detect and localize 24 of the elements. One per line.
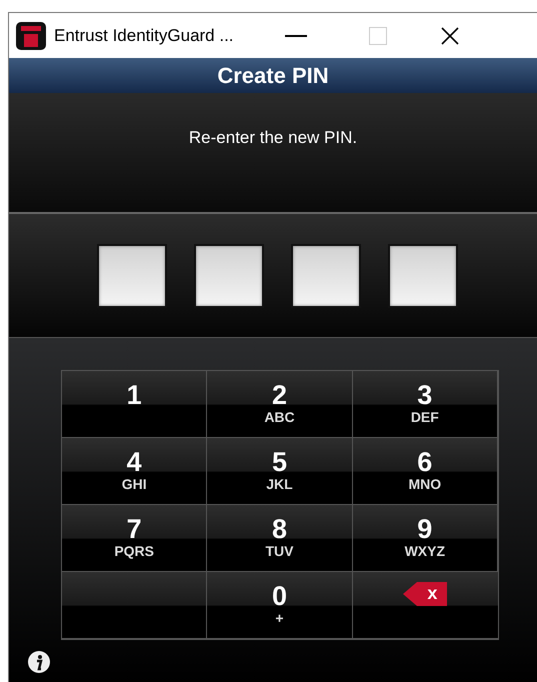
- header-title: Create PIN: [217, 62, 329, 90]
- pin-digit-field[interactable]: [194, 244, 264, 308]
- pin-digit-field[interactable]: [291, 244, 361, 308]
- keypad-key[interactable]: 7 PQRS: [62, 505, 208, 572]
- blank-key[interactable]: [62, 572, 208, 639]
- message-text: Re-enter the new PIN.: [188, 127, 358, 149]
- keypad-key[interactable]: 6 MNO: [352, 438, 498, 505]
- delete-key[interactable]: x: [352, 572, 498, 639]
- close-icon: [440, 26, 460, 46]
- app-icon: [16, 22, 46, 50]
- keypad-key[interactable]: 1: [62, 371, 208, 438]
- maximize-icon: [368, 26, 387, 44]
- keypad-key[interactable]: 8 TUV: [207, 505, 353, 572]
- info-icon: [27, 650, 51, 674]
- keypad-key[interactable]: 9 WXYZ: [352, 505, 498, 572]
- keypad-key[interactable]: 3 DEF: [352, 371, 498, 438]
- pin-digit-field[interactable]: [97, 244, 167, 308]
- minimize-icon: [284, 34, 307, 36]
- keypad-key[interactable]: 0 +: [207, 572, 353, 639]
- keypad-key[interactable]: 5 JKL: [207, 438, 353, 505]
- keypad-key[interactable]: 2 ABC: [207, 371, 353, 438]
- pin-digit-field[interactable]: [388, 244, 458, 308]
- window-title: Entrust IdentityGuard ...: [54, 24, 234, 47]
- keypad-key[interactable]: 4 GHI: [62, 438, 208, 505]
